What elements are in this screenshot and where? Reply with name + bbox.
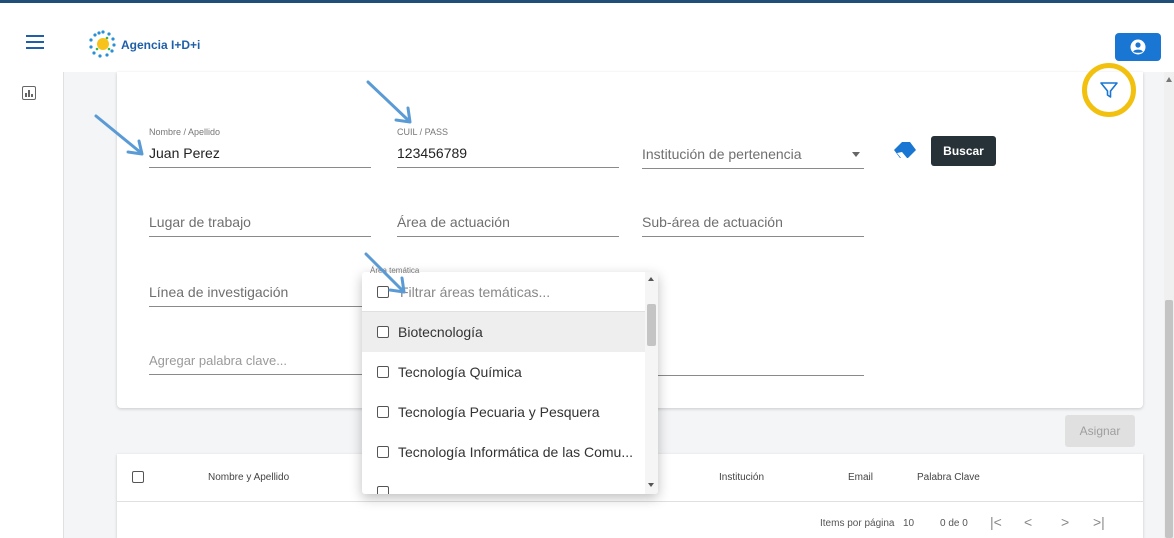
last-page-icon[interactable]: >| <box>1093 514 1105 530</box>
cuil-field[interactable]: CUIL / PASS 123456789 <box>397 127 619 168</box>
column-palabra-clave[interactable]: Palabra Clave <box>917 472 980 483</box>
dropdown-option[interactable]: Biotecnología <box>362 312 645 352</box>
top-bar: Agencia I+D+i <box>0 0 1174 72</box>
dropdown-option[interactable]: Tecnología Química <box>362 352 645 392</box>
nombre-value: Juan Perez <box>149 145 220 161</box>
first-page-icon[interactable]: |< <box>990 514 1002 530</box>
dropdown-option[interactable]: Tecnología Informática de las Comu... <box>362 432 645 472</box>
hidden-field-underline <box>642 375 864 376</box>
dropdown-scroll-down-icon[interactable] <box>648 483 654 487</box>
subarea-field[interactable]: Sub-área de actuación <box>642 214 864 237</box>
brand-name: Agencia I+D+i <box>121 38 201 52</box>
search-button[interactable]: Buscar <box>931 136 996 166</box>
linea-field[interactable]: Línea de investigación <box>149 284 371 307</box>
select-all-checkbox[interactable] <box>132 471 144 483</box>
user-account-button[interactable] <box>1115 33 1161 61</box>
filter-toggle-button[interactable] <box>1082 63 1136 117</box>
option-checkbox[interactable] <box>377 446 389 458</box>
dropdown-scrollbar[interactable] <box>645 272 658 494</box>
option-checkbox[interactable] <box>377 486 389 494</box>
option-checkbox[interactable] <box>377 406 389 418</box>
cuil-value: 123456789 <box>397 145 468 161</box>
lugar-field[interactable]: Lugar de trabajo <box>149 214 371 237</box>
dropdown-scroll-thumb[interactable] <box>647 304 656 346</box>
linea-placeholder: Línea de investigación <box>149 284 289 300</box>
palabra-clave-placeholder: Agregar palabra clave... <box>149 353 288 368</box>
cuil-label: CUIL / PASS <box>397 127 449 137</box>
sidebar <box>0 72 64 538</box>
area-tematica-dropdown: Biotecnología Tecnología Química Tecnolo… <box>362 272 658 494</box>
eraser-icon[interactable] <box>893 141 917 159</box>
institucion-placeholder: Institución de pertenencia <box>642 146 802 162</box>
hamburger-menu-icon[interactable] <box>26 35 44 49</box>
subarea-placeholder: Sub-área de actuación <box>642 214 783 230</box>
annotation-arrow-icon <box>364 252 406 294</box>
agency-logo <box>89 30 116 58</box>
dropdown-option[interactable]: Tecnología Pecuaria y Pesquera <box>362 392 645 432</box>
user-circle-icon <box>1130 39 1146 55</box>
column-institucion[interactable]: Institución <box>719 472 764 483</box>
option-checkbox[interactable] <box>377 326 389 338</box>
assign-button[interactable]: Asignar <box>1065 415 1135 447</box>
area-actuacion-field[interactable]: Área de actuación <box>397 214 619 237</box>
nombre-label: Nombre / Apellido <box>149 127 221 137</box>
column-email[interactable]: Email <box>848 472 873 483</box>
chevron-down-icon <box>852 152 860 157</box>
annotation-arrow-icon <box>366 80 412 124</box>
dropdown-scroll-up-icon[interactable] <box>648 277 654 281</box>
page-scrollbar[interactable] <box>1164 72 1174 538</box>
option-checkbox[interactable] <box>377 366 389 378</box>
items-per-page-label: Items por página <box>820 518 895 529</box>
filter-funnel-icon <box>1100 82 1118 98</box>
next-page-icon[interactable]: > <box>1061 514 1069 530</box>
institucion-select[interactable]: Institución de pertenencia <box>642 146 864 169</box>
area-filter-input[interactable] <box>400 282 630 302</box>
lugar-placeholder: Lugar de trabajo <box>149 214 251 230</box>
option-label: Biotecnología <box>398 324 483 340</box>
option-label: Tecnología Informática de las Comu... <box>398 444 634 460</box>
option-label: Tecnología Pecuaria y Pesquera <box>398 404 600 420</box>
page-range: 0 de 0 <box>940 518 968 529</box>
dropdown-option-partial[interactable] <box>362 472 645 494</box>
column-nombre[interactable]: Nombre y Apellido <box>208 472 289 483</box>
scroll-up-icon[interactable] <box>1166 76 1172 82</box>
scrollbar-thumb[interactable] <box>1165 300 1173 538</box>
palabra-clave-field[interactable]: Agregar palabra clave... <box>149 353 371 375</box>
option-label: Tecnología Química <box>398 364 522 380</box>
area-actuacion-placeholder: Área de actuación <box>397 214 510 230</box>
prev-page-icon[interactable]: < <box>1024 514 1032 530</box>
nombre-field[interactable]: Nombre / Apellido Juan Perez <box>149 127 371 168</box>
annotation-arrow-icon <box>94 114 144 156</box>
reports-chart-icon[interactable] <box>22 86 36 100</box>
page-size-select[interactable]: 10 <box>903 518 914 529</box>
